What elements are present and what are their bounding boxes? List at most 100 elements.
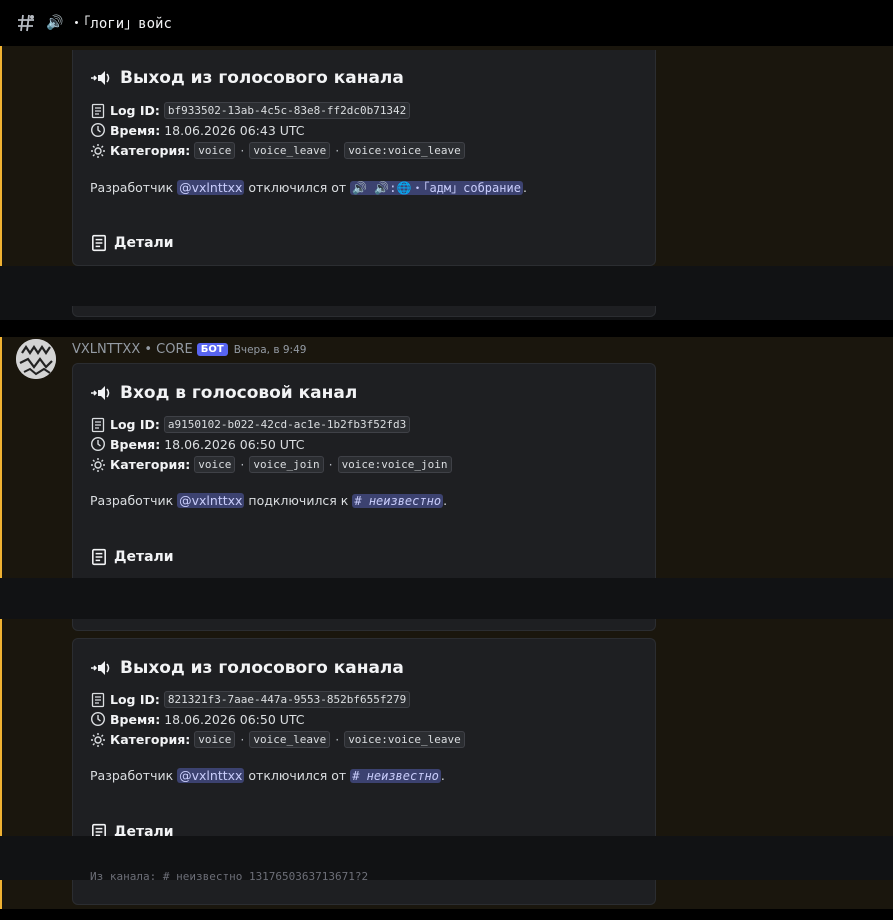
category-field: Категория: voice · voice_join · voice:vo…: [90, 456, 452, 473]
category-tag: voice:voice_join: [337, 456, 452, 473]
redacted-area: [0, 578, 893, 619]
category-tag: voice_leave: [249, 731, 331, 748]
embed-title-text: Вход в голосовой канал: [120, 383, 358, 403]
document-icon: [91, 417, 105, 432]
category-tag: voice_join: [249, 456, 324, 473]
document-icon: [92, 234, 106, 252]
category-tag: voice: [194, 731, 236, 748]
details-heading: Детали: [90, 234, 174, 252]
author-name[interactable]: VXLNTTXX • CORE: [72, 342, 193, 357]
separator: ·: [328, 457, 333, 472]
bot-badge: БОТ: [196, 343, 228, 356]
desc-text: отключился от: [248, 180, 347, 195]
message-timestamp[interactable]: Вчера, в 9:49: [234, 344, 307, 356]
log-embed-bottom: [72, 306, 656, 317]
details-label: Детали: [114, 549, 174, 565]
divider: [0, 320, 893, 337]
avatar[interactable]: [16, 339, 56, 379]
field-label: Log ID:: [110, 692, 160, 707]
desc-text: отключился от: [248, 768, 347, 783]
partial-detail-line: Из канала: # неизвестно 1317650363713671…: [90, 870, 369, 883]
log-id-value: 821321f3-7aae-447a-9553-852bf655f279: [163, 691, 411, 708]
user-mention[interactable]: @vxlnttxx: [177, 493, 245, 508]
category-tag: voice:voice_leave: [344, 142, 465, 159]
document-icon: [92, 548, 106, 566]
log-embed-bottom: [72, 619, 656, 631]
embed-title: Выход из голосового канала: [90, 68, 404, 88]
separator: ·: [240, 732, 245, 747]
embed-description: Разработчик @vxlnttxx отключился от # не…: [90, 768, 445, 783]
channel-mention[interactable]: 🔊 🔊:🌐・「адм」собрание: [350, 181, 523, 195]
category-tag: voice: [194, 456, 236, 473]
category-field: Категория: voice · voice_leave · voice:v…: [90, 142, 465, 159]
channel-mention[interactable]: # неизвестно: [350, 769, 441, 783]
document-icon: [91, 692, 105, 707]
time-field: Время: 18.06.2026 06:43 UTC: [90, 122, 305, 138]
channel-title: ・「логи」войс: [69, 16, 172, 32]
desc-text: подключился к: [248, 493, 349, 508]
separator: ·: [335, 143, 340, 158]
document-icon: [91, 103, 105, 118]
speaker-icon: 🔊: [46, 15, 64, 31]
category-tag: voice_leave: [249, 142, 331, 159]
user-mention[interactable]: @vxlnttxx: [177, 768, 245, 783]
desc-text: .: [522, 180, 527, 195]
desc-text: Разработчик: [90, 768, 174, 783]
log-id-value: a9150102-b022-42cd-ac1e-1b2fb3f52fd3: [163, 416, 411, 433]
field-label: Log ID:: [110, 417, 160, 432]
log-embed: Выход из голосового канала Log ID: 82132…: [72, 638, 656, 841]
embed-description: Разработчик @vxlnttxx отключился от 🔊 🔊:…: [90, 179, 527, 196]
gear-icon: [91, 457, 105, 472]
gear-icon: [91, 143, 105, 158]
log-embed-bottom: Из канала: # неизвестно 1317650363713671…: [72, 870, 656, 905]
field-label: Категория:: [110, 457, 191, 472]
log-id-value: bf933502-13ab-4c5c-83e8-ff2dc0b71342: [163, 102, 411, 119]
log-id-field: Log ID: bf933502-13ab-4c5c-83e8-ff2dc0b7…: [90, 102, 411, 119]
log-id-field: Log ID: 821321f3-7aae-447a-9553-852bf655…: [90, 691, 411, 708]
voice-leave-icon: [91, 661, 110, 675]
embed-title-text: Выход из голосового канала: [120, 68, 404, 88]
embed-title-text: Выход из голосового канала: [120, 658, 404, 678]
user-mention[interactable]: @vxlnttxx: [177, 180, 245, 195]
log-embed: Выход из голосового канала Log ID: bf933…: [72, 50, 656, 266]
channel-header: 🔊 ・「логи」войс: [0, 0, 893, 46]
desc-text: Разработчик: [90, 180, 174, 195]
category-tag: voice:voice_leave: [344, 731, 465, 748]
time-value: 18.06.2026 06:50 UTC: [164, 711, 305, 727]
field-label: Время:: [110, 436, 161, 452]
category-tag: voice: [194, 142, 236, 159]
details-label: Детали: [114, 235, 174, 251]
time-value: 18.06.2026 06:50 UTC: [164, 436, 305, 452]
embed-title: Вход в голосовой канал: [90, 383, 357, 403]
desc-text: .: [443, 493, 448, 508]
clock-icon: [90, 436, 106, 452]
channel-hash: #: [352, 769, 360, 783]
embed-description: Разработчик @vxlnttxx подключился к # не…: [90, 493, 447, 508]
field-label: Log ID:: [110, 103, 160, 118]
separator: ·: [335, 732, 340, 747]
channel-mention[interactable]: # неизвестно: [352, 494, 444, 508]
clock-icon: [90, 711, 106, 727]
channel-name: неизвестно: [368, 494, 442, 508]
separator: ·: [240, 143, 245, 158]
category-field: Категория: voice · voice_leave · voice:v…: [90, 731, 465, 748]
desc-text: .: [440, 768, 445, 783]
avatar-image: [16, 339, 56, 379]
time-field: Время: 18.06.2026 06:50 UTC: [90, 711, 305, 727]
gear-icon: [91, 732, 105, 747]
desc-text: Разработчик: [90, 493, 174, 508]
log-id-field: Log ID: a9150102-b022-42cd-ac1e-1b2fb3f5…: [90, 416, 411, 433]
field-label: Категория:: [110, 732, 191, 747]
channel-name: неизвестно: [366, 769, 439, 783]
time-field: Время: 18.06.2026 06:50 UTC: [90, 436, 305, 452]
threads-hash-icon[interactable]: [16, 13, 36, 33]
field-label: Время:: [110, 122, 161, 138]
field-label: Категория:: [110, 143, 191, 158]
separator: ·: [240, 457, 245, 472]
voice-leave-icon: [91, 71, 110, 85]
time-value: 18.06.2026 06:43 UTC: [164, 122, 305, 138]
log-embed: Вход в голосовой канал Log ID: a9150102-…: [72, 363, 656, 578]
field-label: Время:: [110, 711, 161, 727]
divider: [0, 909, 893, 920]
embed-title: Выход из голосового канала: [90, 658, 404, 678]
